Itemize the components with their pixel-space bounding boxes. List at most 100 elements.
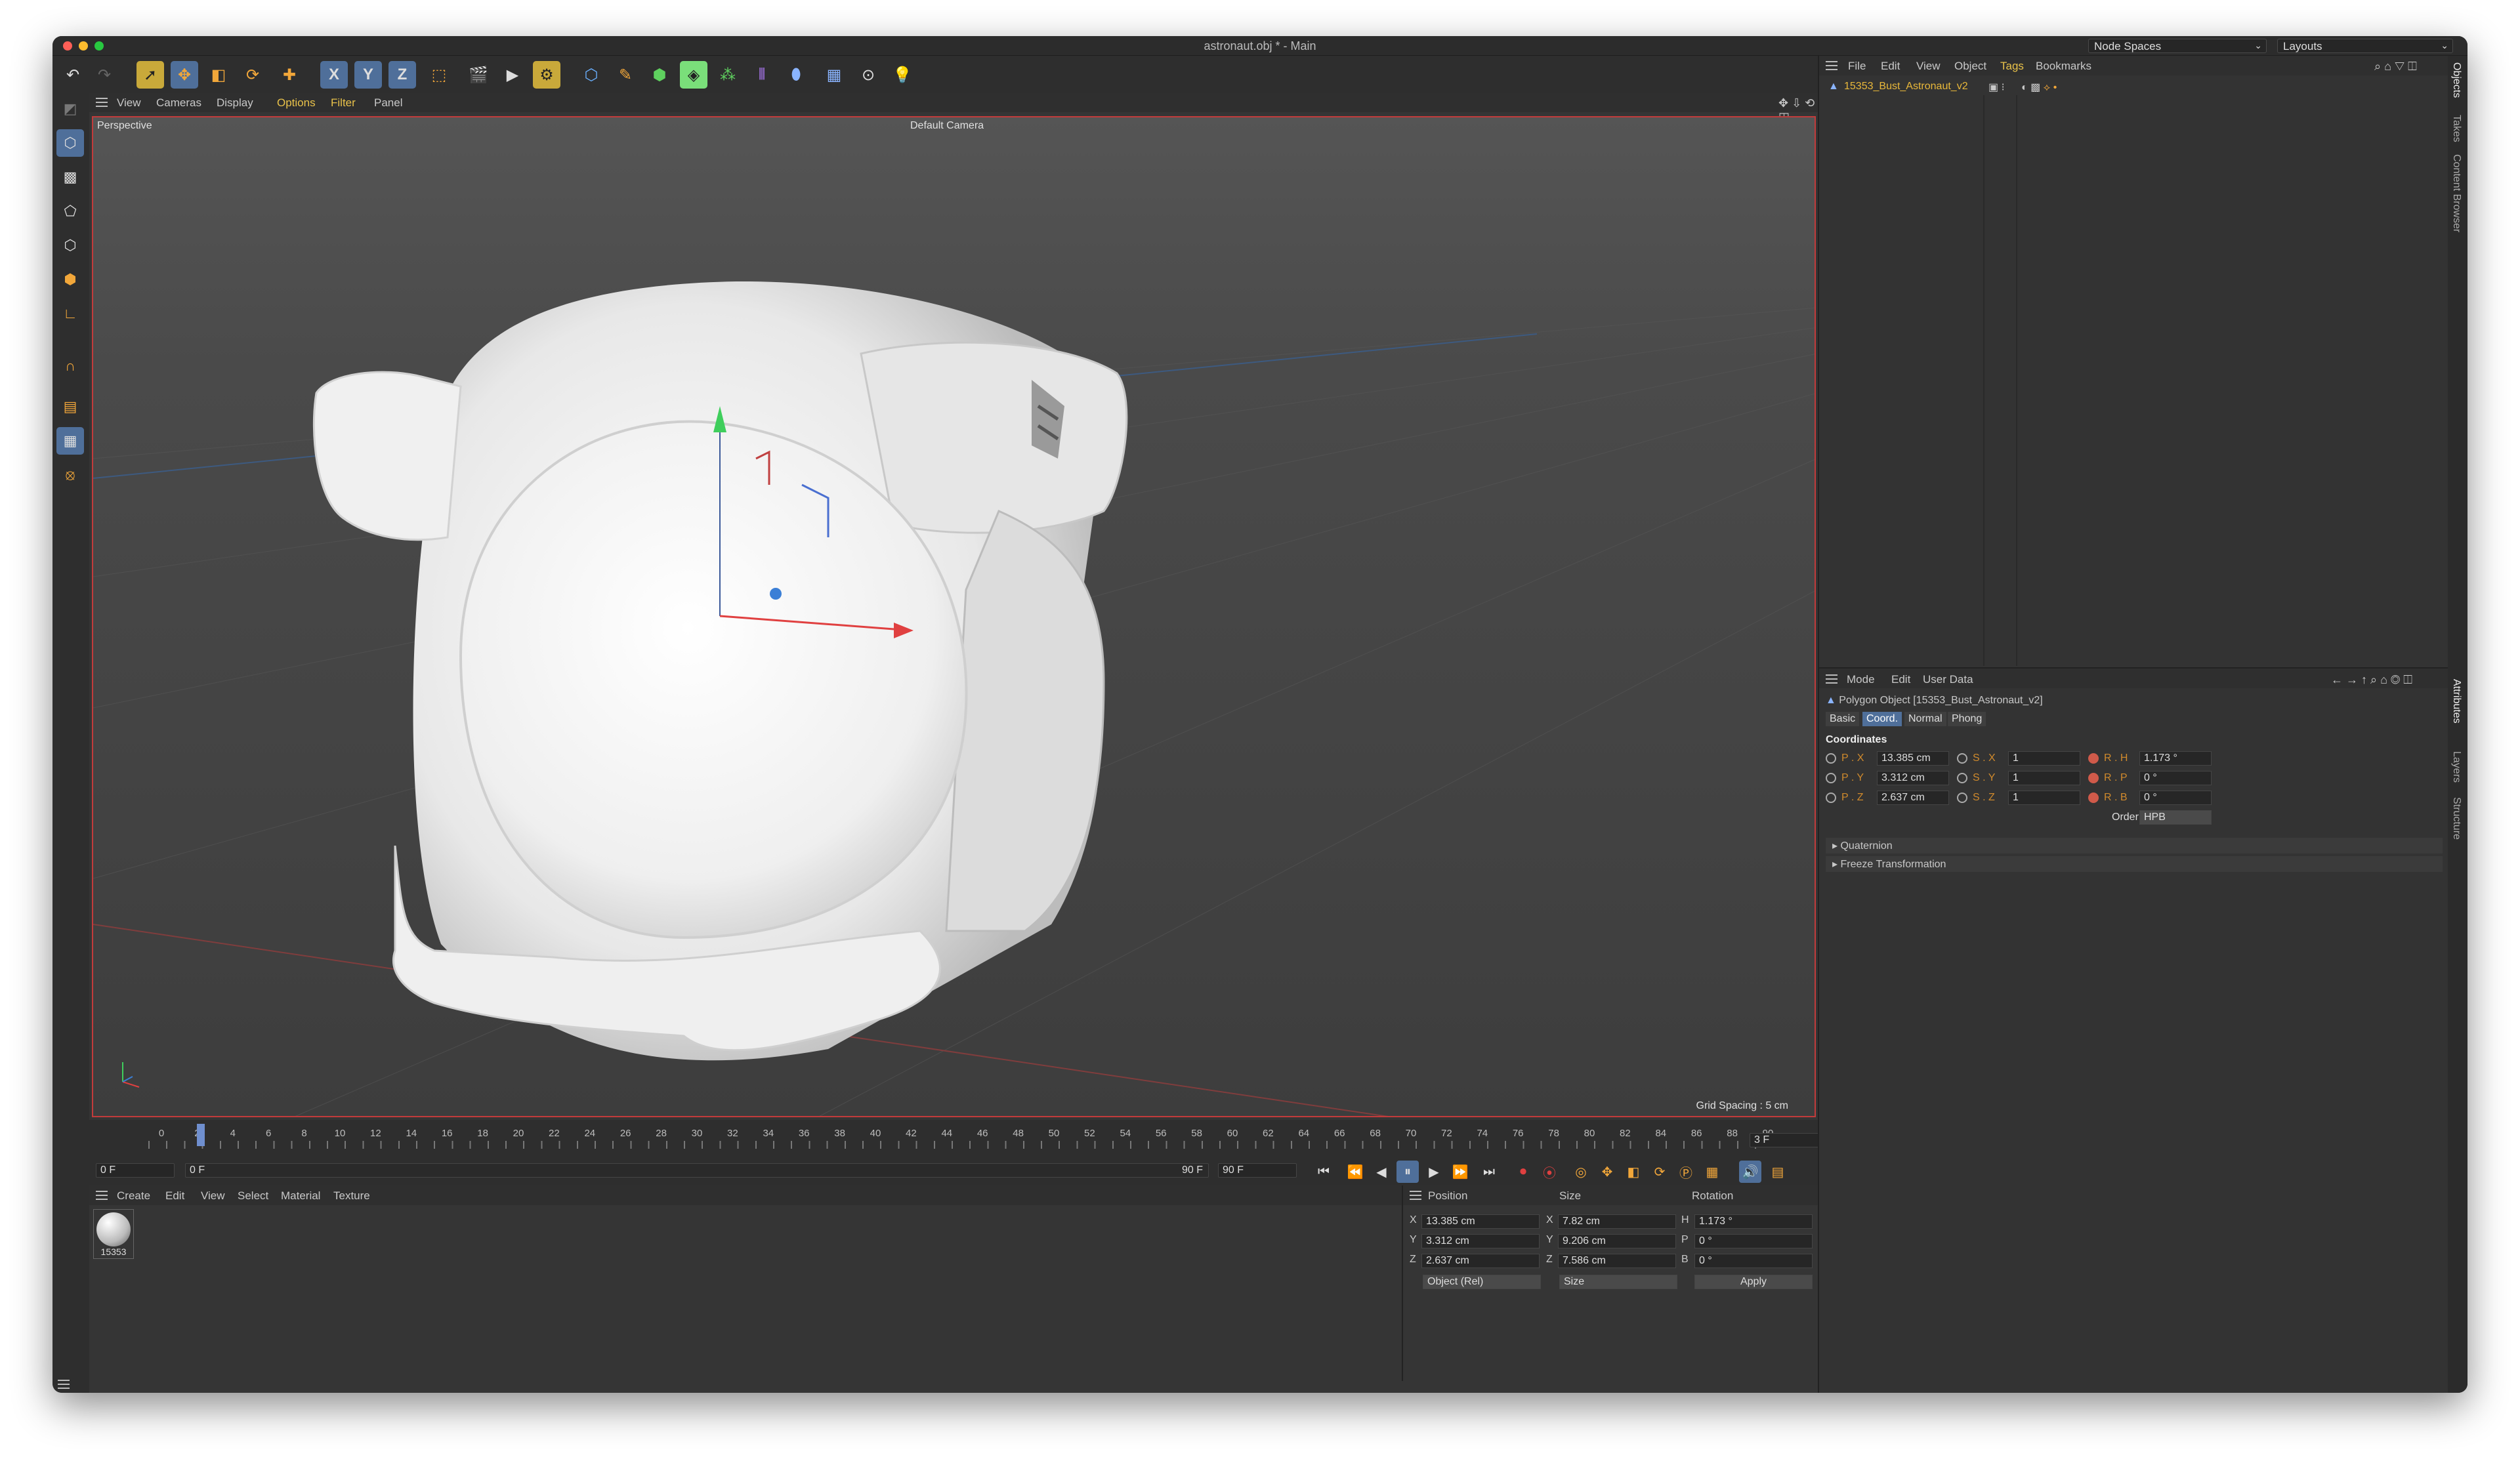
object-menu-edit[interactable]: Edit — [1881, 60, 1900, 73]
attr-rot-p[interactable]: 0 ° — [2139, 771, 2212, 785]
attr-menu-user-data[interactable]: User Data — [1923, 673, 1973, 686]
menu-icon[interactable] — [1826, 674, 1838, 684]
floor-icon[interactable]: ▦ — [820, 61, 848, 89]
object-name[interactable]: 15353_Bust_Astronaut_v2 — [1844, 81, 1968, 93]
workplane-icon[interactable]: ▤ — [56, 393, 84, 421]
model-mode-icon[interactable]: ⬡ — [56, 129, 84, 157]
range-slider[interactable]: 0 F 90 F — [185, 1163, 1209, 1178]
attr-pos-x[interactable]: 13.385 cm — [1877, 751, 1949, 766]
tags-icons[interactable]: ◐ ▩ ⟡ • — [2021, 81, 2057, 94]
coordinate-system-icon[interactable]: ⬚ — [425, 61, 453, 89]
size-z-field[interactable]: 7.586 cm — [1558, 1254, 1676, 1268]
menu-icon[interactable] — [96, 98, 108, 107]
prev-frame-icon[interactable]: ◀ — [1370, 1161, 1393, 1183]
end-frame-field[interactable]: 90 F — [1218, 1163, 1297, 1178]
subdivision-icon[interactable]: ⬢ — [646, 61, 673, 89]
generator-icon[interactable]: ◈ — [680, 61, 707, 89]
viewport-menu-filter[interactable]: Filter — [331, 96, 356, 110]
z-axis-icon[interactable]: Z — [388, 61, 416, 89]
x-axis-icon[interactable]: X — [320, 61, 348, 89]
texture-mode-icon[interactable]: ▩ — [56, 163, 84, 191]
object-menu-tags[interactable]: Tags — [2000, 60, 2024, 73]
attr-nav-icons[interactable]: ← → ↑ ⌕ ⌂ ◎ ◫ — [2331, 673, 2412, 687]
undo-icon[interactable]: ↶ — [59, 61, 87, 89]
current-frame-field[interactable]: 3 F — [1750, 1133, 1822, 1147]
tab-coord[interactable]: Coord. — [1862, 712, 1902, 726]
position-x-field[interactable]: 13.385 cm — [1421, 1214, 1540, 1229]
attr-pos-y[interactable]: 3.312 cm — [1877, 771, 1949, 785]
side-tab-attributes[interactable]: Attributes — [2450, 679, 2462, 724]
film-icon[interactable]: ▤ — [1767, 1161, 1789, 1183]
sound-icon[interactable]: 🔊 — [1739, 1161, 1761, 1183]
key-position-icon[interactable]: ✥ — [1596, 1161, 1618, 1183]
viewport-menu-cameras[interactable]: Cameras — [156, 96, 201, 110]
apply-button[interactable]: Apply — [1694, 1275, 1813, 1289]
object-menu-view[interactable]: View — [1916, 60, 1941, 73]
material-menu-create[interactable]: Create — [117, 1189, 150, 1203]
side-tab-content-browser[interactable]: Content Browser — [2450, 154, 2462, 232]
rotate-icon[interactable]: ⟳ — [239, 61, 266, 89]
next-frame-icon[interactable]: ▶ — [1423, 1161, 1445, 1183]
material-menu-edit[interactable]: Edit — [165, 1189, 184, 1203]
prev-key-icon[interactable]: ⏪ — [1344, 1161, 1366, 1183]
position-y-field[interactable]: 3.312 cm — [1421, 1234, 1540, 1248]
tab-phong[interactable]: Phong — [1948, 712, 1986, 726]
camera-icon[interactable]: ⊙ — [854, 61, 882, 89]
pen-icon[interactable]: ✎ — [612, 61, 639, 89]
attr-rot-h[interactable]: 1.173 ° — [2139, 751, 2212, 766]
attr-pos-z[interactable]: 2.637 cm — [1877, 791, 1949, 805]
record-icon[interactable]: ⏺ — [1512, 1161, 1534, 1183]
key-scale-icon[interactable]: ◧ — [1622, 1161, 1645, 1183]
viewport-camera-label[interactable]: Default Camera — [910, 120, 984, 132]
menu-icon[interactable] — [1826, 61, 1838, 70]
viewport-menu-panel[interactable]: Panel — [374, 96, 402, 110]
edges-mode-icon[interactable]: ⬡ — [56, 232, 84, 259]
object-row[interactable]: ▲ 15353_Bust_Astronaut_v2 ▣ ⁝ ◐ ▩ ⟡ • — [1819, 79, 2449, 95]
cloner-icon[interactable]: ⁂ — [714, 61, 742, 89]
layouts-dropdown[interactable]: Layouts ⌄ — [2277, 39, 2453, 53]
next-key-icon[interactable]: ⏩ — [1449, 1161, 1471, 1183]
status-menu-icon[interactable] — [58, 1380, 70, 1389]
3d-viewport[interactable]: Perspective Default Camera Grid Spacing … — [92, 116, 1816, 1117]
menu-icon[interactable] — [96, 1191, 108, 1200]
visibility-icon[interactable]: ▣ ⁝ — [1988, 81, 2005, 94]
position-z-field[interactable]: 2.637 cm — [1421, 1254, 1540, 1268]
material-swatch[interactable]: 15353 — [93, 1209, 134, 1259]
redo-icon[interactable]: ↷ — [91, 61, 118, 89]
rotation-b-field[interactable]: 0 ° — [1694, 1254, 1813, 1268]
locked-workplane-icon[interactable]: ▦ — [56, 427, 84, 455]
material-menu-view[interactable]: View — [201, 1189, 225, 1203]
polygons-mode-icon[interactable]: ⬢ — [56, 266, 84, 293]
add-icon[interactable]: ✚ — [276, 61, 303, 89]
timeline-ruler[interactable] — [148, 1141, 1756, 1149]
goto-start-icon[interactable]: ⏮ — [1312, 1161, 1335, 1183]
timeline[interactable]: 0246810121416182022242628303234363840424… — [89, 1120, 1822, 1185]
freeze-transformation-section[interactable]: ▸ Freeze Transformation — [1826, 856, 2443, 872]
autokey-icon[interactable]: ⦿ — [1538, 1161, 1561, 1183]
attr-menu-mode[interactable]: Mode — [1847, 673, 1875, 686]
material-menu-select[interactable]: Select — [238, 1189, 268, 1203]
tab-basic[interactable]: Basic — [1826, 712, 1860, 726]
render-picture-viewer-icon[interactable]: ▶ — [499, 61, 526, 89]
tab-normal[interactable]: Normal — [1904, 712, 1946, 726]
start-frame-field[interactable]: 0 F — [96, 1163, 175, 1178]
scale-icon[interactable]: ◧ — [205, 61, 232, 89]
object-menu-object[interactable]: Object — [1954, 60, 1986, 73]
quaternion-section[interactable]: ▸ Quaternion — [1826, 838, 2443, 854]
render-view-icon[interactable]: 🎬 — [465, 61, 492, 89]
material-menu-material[interactable]: Material — [281, 1189, 320, 1203]
key-pla-icon[interactable]: ▦ — [1701, 1161, 1723, 1183]
points-mode-icon[interactable]: ⬠ — [56, 197, 84, 225]
material-menu-texture[interactable]: Texture — [333, 1189, 370, 1203]
select-icon[interactable]: ➚ — [136, 61, 164, 89]
object-menu-file[interactable]: File — [1848, 60, 1866, 73]
light-icon[interactable]: 💡 — [889, 61, 916, 89]
key-rotation-icon[interactable]: ⟳ — [1648, 1161, 1671, 1183]
goto-end-icon[interactable]: ⏭ — [1478, 1161, 1500, 1183]
attr-rot-b[interactable]: 0 ° — [2139, 791, 2212, 805]
viewport-menu-display[interactable]: Display — [217, 96, 253, 110]
viewport-menu-view[interactable]: View — [117, 96, 141, 110]
y-axis-icon[interactable]: Y — [354, 61, 382, 89]
side-tab-takes[interactable]: Takes — [2450, 115, 2462, 142]
size-x-field[interactable]: 7.82 cm — [1558, 1214, 1676, 1229]
